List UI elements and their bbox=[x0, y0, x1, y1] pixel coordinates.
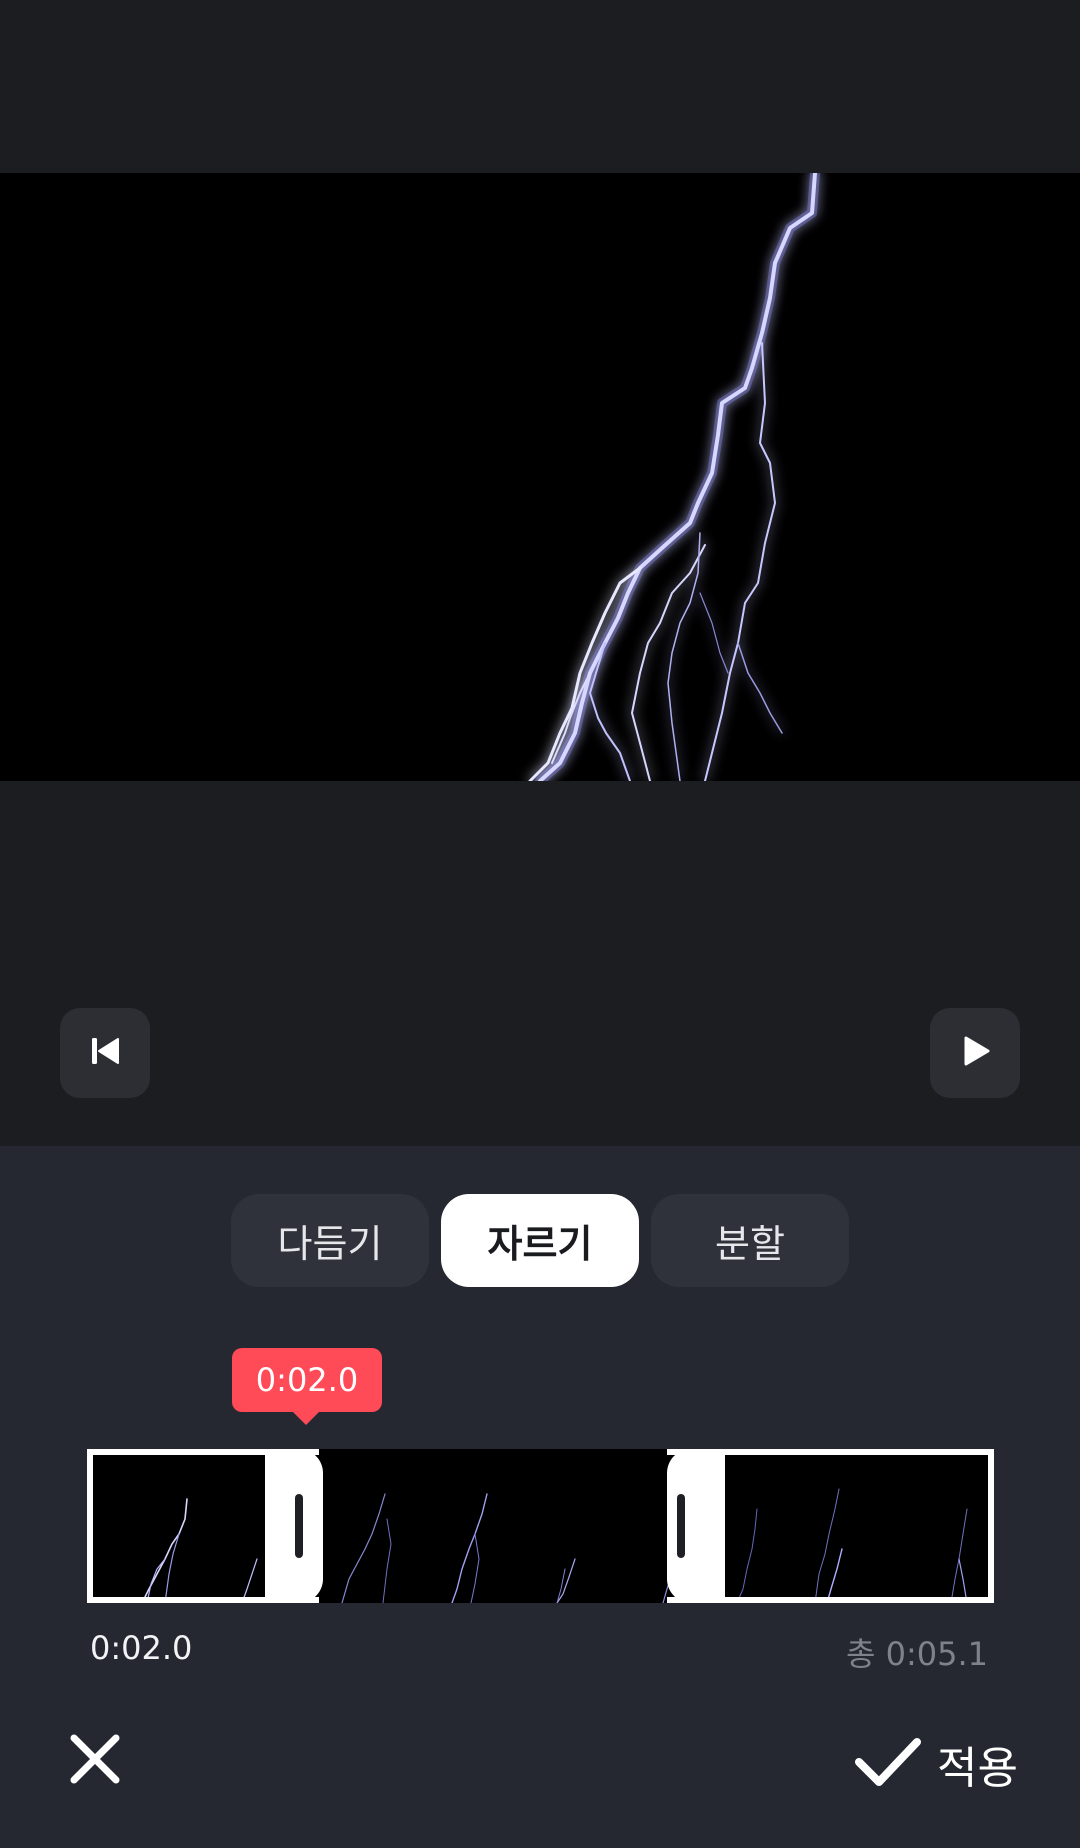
play-icon bbox=[955, 1031, 995, 1075]
restart-button[interactable] bbox=[60, 1008, 150, 1098]
trim-handle-end[interactable] bbox=[667, 1449, 725, 1603]
close-button[interactable] bbox=[62, 1726, 128, 1792]
timeline[interactable] bbox=[87, 1449, 994, 1603]
tab-trim[interactable]: 다듬기 bbox=[231, 1194, 429, 1287]
tab-cut[interactable]: 자르기 bbox=[441, 1194, 639, 1287]
grip-icon bbox=[677, 1494, 685, 1558]
playhead-time-bubble: 0:02.0 bbox=[232, 1348, 382, 1425]
editor-panel: 다듬기 자르기 분할 0:02.0 0:02.0 총 0:05.1 적용 bbox=[0, 1146, 1080, 1848]
preview-area bbox=[0, 0, 1080, 1146]
checkmark-icon bbox=[853, 1734, 923, 1794]
apply-label: 적용 bbox=[937, 1743, 1018, 1794]
edit-mode-tabs: 다듬기 자르기 분할 bbox=[231, 1194, 849, 1287]
apply-button[interactable]: 적용 bbox=[853, 1732, 1018, 1796]
video-preview bbox=[0, 173, 1080, 781]
trim-handle-start[interactable] bbox=[265, 1449, 323, 1603]
selection-start-time: 0:02.0 bbox=[90, 1629, 193, 1667]
video-trim-screen: 다듬기 자르기 분할 0:02.0 0:02.0 총 0:05.1 적용 bbox=[0, 0, 1080, 1848]
total-duration: 총 0:05.1 bbox=[845, 1635, 988, 1673]
tab-split[interactable]: 분할 bbox=[651, 1194, 849, 1287]
grip-icon bbox=[295, 1494, 303, 1558]
skip-to-start-icon bbox=[85, 1031, 125, 1075]
close-icon bbox=[62, 1734, 128, 1796]
play-button[interactable] bbox=[930, 1008, 1020, 1098]
